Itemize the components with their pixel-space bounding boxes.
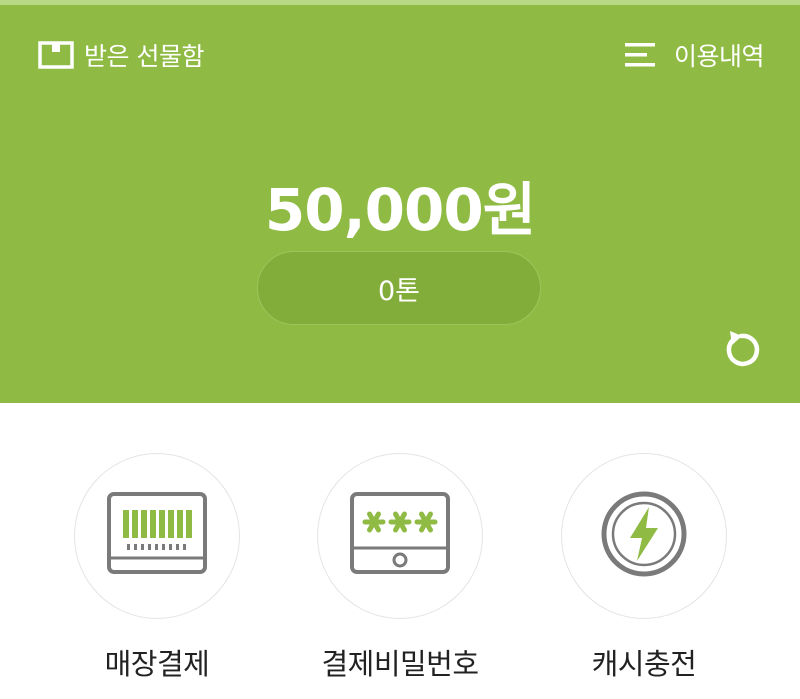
gift-box-label: 받은 선물함: [84, 42, 204, 71]
cash-charge-circle: [561, 453, 727, 619]
list-menu-icon: [624, 40, 658, 70]
balance-header: 받은 선물함 이용내역 50,000원 0톤: [0, 5, 800, 403]
payment-password-button[interactable]: 결제비밀번호: [317, 453, 483, 683]
cash-charge-label: 캐시충전: [591, 647, 697, 681]
points-balance-value: 0톤: [377, 275, 421, 307]
gift-box-icon: [38, 40, 74, 70]
store-payment-label: 매장결제: [104, 647, 210, 681]
refresh-button[interactable]: [716, 327, 766, 377]
usage-history-link[interactable]: 이용내역: [624, 37, 765, 73]
password-keypad-icon: [350, 492, 450, 580]
gift-box-link[interactable]: 받은 선물함: [38, 37, 204, 73]
payment-password-circle: [317, 453, 483, 619]
balance-amount: 50,000원: [264, 176, 536, 244]
cash-charge-button[interactable]: 캐시충전: [561, 453, 727, 683]
payment-password-label: 결제비밀번호: [321, 647, 479, 681]
usage-history-label: 이용내역: [673, 42, 765, 71]
points-balance-pill[interactable]: 0톤: [257, 251, 541, 325]
store-payment-button[interactable]: 매장결제: [74, 453, 240, 683]
refresh-icon: [719, 328, 763, 376]
lightning-charge-icon: [599, 489, 689, 583]
barcode-payment-icon: [107, 492, 207, 580]
quick-menu-grid: 매장결제 결제비밀번호 캐시충전: [0, 403, 800, 699]
store-payment-circle: [74, 453, 240, 619]
